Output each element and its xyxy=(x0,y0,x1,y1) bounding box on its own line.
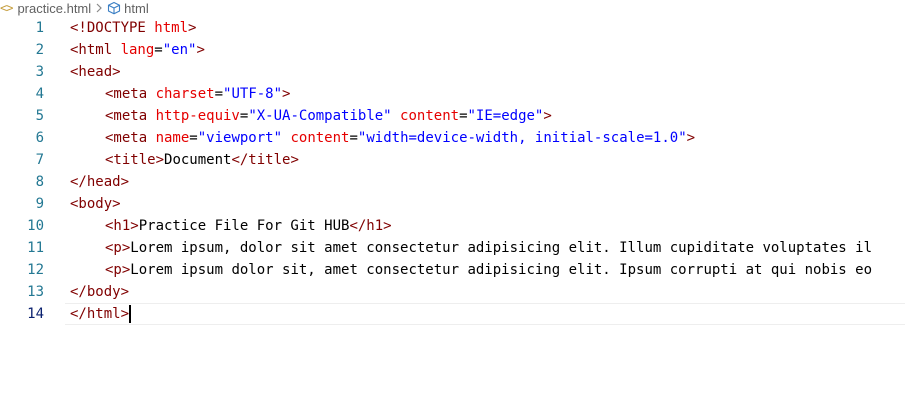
breadcrumb-file-label: practice.html xyxy=(17,0,92,16)
line-number: 12 xyxy=(27,262,44,278)
code-line[interactable]: 8 </head> xyxy=(0,171,905,193)
line-number: 8 xyxy=(35,174,44,190)
code-token: > xyxy=(196,42,205,58)
code-token: <h1> xyxy=(105,218,139,234)
code-line[interactable]: 10 <h1>Practice File For Git HUB</h1> xyxy=(0,215,905,237)
code-token: > xyxy=(686,130,696,146)
code-token: = xyxy=(214,86,224,102)
code-token: </title> xyxy=(231,152,299,168)
line-code: <body> xyxy=(70,193,121,215)
line-number: 1 xyxy=(35,20,44,36)
line-code: <p>Lorem ipsum, dolor sit amet consectet… xyxy=(70,237,872,259)
code-editor[interactable]: 1 <!DOCTYPE html> 2 <html lang="en"> 3 <head>… xyxy=(0,17,905,325)
line-code: </body> xyxy=(70,281,129,303)
code-line[interactable]: 7 <title>Document</title> xyxy=(0,149,905,171)
code-token: </head> xyxy=(70,174,130,190)
breadcrumb-symbol[interactable]: html xyxy=(107,1,149,16)
code-token: http-equiv xyxy=(155,108,240,124)
code-line[interactable]: 6 <meta name="viewport" content="width=de… xyxy=(0,127,905,149)
code-line[interactable]: 12 <p>Lorem ipsum dolor sit, amet consect… xyxy=(0,259,905,281)
code-token: > xyxy=(188,20,197,36)
breadcrumb-symbol-label: html xyxy=(124,0,149,16)
code-line[interactable]: 1 <!DOCTYPE html> xyxy=(0,17,905,39)
chevron-right-icon xyxy=(94,2,104,14)
line-number: 6 xyxy=(35,130,44,146)
code-token: Lorem ipsum dolor sit, amet consectetur … xyxy=(130,262,873,278)
line-number: 4 xyxy=(35,86,44,102)
line-number: 11 xyxy=(27,240,44,256)
line-number: 14 xyxy=(27,306,44,322)
line-code: </html> xyxy=(70,303,132,325)
code-token: html xyxy=(154,20,189,36)
html-file-icon: <> xyxy=(0,1,13,15)
cube-icon xyxy=(107,1,121,15)
code-token: <meta xyxy=(105,86,156,102)
code-token: name xyxy=(155,130,190,146)
code-line[interactable]: 11 <p>Lorem ipsum, dolor sit amet consect… xyxy=(0,237,905,259)
code-token: <title> xyxy=(105,152,165,168)
code-line[interactable]: 3 <head> xyxy=(0,61,905,83)
code-token: content xyxy=(400,108,460,124)
code-line[interactable]: 2 <html lang="en"> xyxy=(0,39,905,61)
code-token: > xyxy=(282,86,291,102)
line-number: 13 xyxy=(27,284,44,300)
code-token: <meta xyxy=(105,130,156,146)
code-token: = xyxy=(154,42,163,58)
code-line[interactable]: 5 <meta http-equiv = "X-UA-Compatible" cont… xyxy=(0,105,905,127)
code-token: <p> xyxy=(105,262,131,278)
line-number: 5 xyxy=(35,108,44,124)
code-token: <meta xyxy=(105,108,156,124)
text-cursor xyxy=(129,305,132,323)
code-token: = xyxy=(459,108,468,124)
code-token: lang xyxy=(120,42,155,58)
breadcrumb-file[interactable]: <> practice.html xyxy=(0,1,91,16)
breadcrumb: <> practice.html html xyxy=(0,0,149,16)
line-number: 3 xyxy=(35,64,44,80)
code-token: Practice File For Git HUB xyxy=(138,218,350,234)
code-token: <html xyxy=(70,42,121,58)
line-code: <meta name="viewport" content="width=dev… xyxy=(70,127,695,149)
code-token: = xyxy=(189,130,198,146)
code-line[interactable]: 9 <body> xyxy=(0,193,905,215)
code-token: <!DOCTYPE xyxy=(70,20,155,36)
line-number: 10 xyxy=(27,218,44,234)
code-token: </body> xyxy=(70,284,130,300)
line-code: <title>Document</title> xyxy=(70,149,299,171)
code-token: Lorem ipsum, dolor sit amet consectetur … xyxy=(130,240,873,256)
code-token: <head> xyxy=(70,64,121,80)
line-number: 2 xyxy=(35,42,44,58)
line-code: <meta charset="UTF-8"> xyxy=(70,83,290,105)
code-token: "UTF-8" xyxy=(223,86,283,102)
code-token: content xyxy=(290,130,350,146)
code-line[interactable]: 14 </html> xyxy=(0,303,905,325)
line-code: <!DOCTYPE html> xyxy=(70,17,196,39)
code-token: charset xyxy=(155,86,215,102)
code-token: = xyxy=(349,130,358,146)
code-line[interactable]: 13 </body> xyxy=(0,281,905,303)
line-code: <h1>Practice File For Git HUB</h1> xyxy=(70,215,392,237)
line-code: <html lang="en"> xyxy=(70,39,205,61)
code-token: > xyxy=(543,108,552,124)
code-token: <body> xyxy=(70,196,121,212)
line-code: </head> xyxy=(70,171,129,193)
line-code: <meta http-equiv = "X-UA-Compatible" conte… xyxy=(70,105,552,127)
code-line[interactable]: 4 <meta charset="UTF-8"> xyxy=(0,83,905,105)
code-token: </html> xyxy=(70,306,130,322)
code-token: "X-UA-Compatible" xyxy=(248,108,392,124)
line-number: 9 xyxy=(35,196,44,212)
code-token: "en" xyxy=(162,42,197,58)
line-code: <head> xyxy=(70,61,121,83)
code-token: Document xyxy=(164,152,232,168)
code-token: "IE=edge" xyxy=(467,108,544,124)
code-token: "width=device-width, initial-scale=1.0" xyxy=(357,130,687,146)
code-token: <p> xyxy=(105,240,131,256)
code-token: </h1> xyxy=(349,218,392,234)
code-token: "viewport" xyxy=(197,130,283,146)
line-code: <p>Lorem ipsum dolor sit, amet consectet… xyxy=(70,259,872,281)
line-number: 7 xyxy=(35,152,44,168)
